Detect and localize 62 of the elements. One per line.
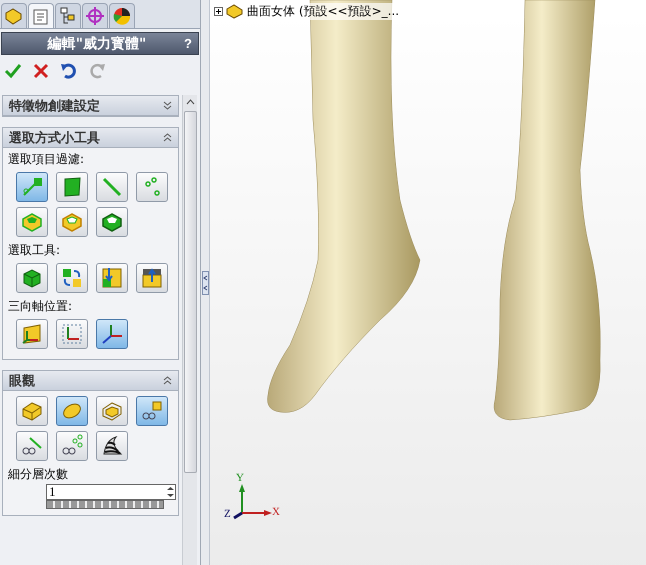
- toggle-button[interactable]: [16, 263, 48, 293]
- toggle-button[interactable]: [16, 172, 48, 202]
- slider-track[interactable]: [46, 500, 164, 509]
- toggle-button[interactable]: [96, 207, 128, 237]
- toggle-button[interactable]: [16, 207, 48, 237]
- section-title: 特徵物創建設定: [9, 98, 100, 114]
- panel-title: 編輯"威力寳體": [46, 34, 148, 52]
- double-chevron-up-icon: [163, 133, 172, 142]
- undo-arrow-icon: [59, 61, 79, 81]
- group-label: 選取工具:: [8, 242, 62, 259]
- part-icon: [225, 2, 245, 20]
- toggle-button[interactable]: [96, 431, 128, 461]
- toggle-button[interactable]: [56, 396, 88, 426]
- toggle-button[interactable]: [96, 396, 128, 426]
- panel-tab[interactable]: [109, 3, 135, 28]
- scrollbar-thumb[interactable]: [184, 111, 196, 473]
- section-header[interactable]: 眼觀: [3, 371, 178, 391]
- color-wheel-icon: [111, 5, 133, 27]
- axis-label: Y: [236, 472, 244, 484]
- toggle-button[interactable]: [96, 263, 128, 293]
- panel-tab[interactable]: [1, 3, 27, 28]
- field-label: 細分層次數: [8, 466, 69, 483]
- toggle-button[interactable]: [16, 396, 48, 426]
- toggle-button[interactable]: [96, 319, 128, 349]
- spin-arrows-icon[interactable]: [166, 485, 175, 499]
- collapse-handle-icon: [202, 270, 208, 294]
- crosshair-icon: [84, 5, 106, 27]
- axis-label: X: [272, 506, 280, 518]
- toggle-button[interactable]: [16, 319, 48, 349]
- toggle-button[interactable]: [56, 172, 88, 202]
- toggle-button[interactable]: [56, 263, 88, 293]
- triad-corner-icon: [60, 322, 84, 346]
- grid-up-arrow-icon: [140, 266, 164, 290]
- toggle-button[interactable]: [96, 172, 128, 202]
- group-label: 三向軸位置:: [8, 298, 74, 315]
- toggle-button[interactable]: [136, 263, 168, 293]
- panel-tab[interactable]: [28, 3, 54, 28]
- cross-icon: [31, 61, 51, 81]
- section-header[interactable]: 選取方式小工具: [3, 128, 178, 148]
- toggle-button[interactable]: [56, 319, 88, 349]
- double-chevron-up-icon: [163, 376, 172, 385]
- up-caret-icon: [186, 99, 194, 105]
- double-chevron-down-icon: [163, 101, 172, 110]
- panel-tab[interactable]: [55, 3, 81, 28]
- swap-grid-icon: [60, 266, 84, 290]
- toggle-button[interactable]: [56, 431, 88, 461]
- toggle-button[interactable]: [16, 431, 48, 461]
- section-title: 選取方式小工具: [9, 130, 100, 146]
- toggle-button[interactable]: [136, 396, 168, 426]
- spin-field[interactable]: 1: [46, 484, 176, 500]
- tree-item[interactable]: 曲面女体 (預設<<預設>_...: [247, 2, 400, 20]
- axis-label: Z: [224, 508, 231, 520]
- checkmark-icon: [3, 61, 23, 81]
- section-title: 眼觀: [9, 372, 35, 390]
- help-button[interactable]: ?: [184, 36, 192, 51]
- toggle-button[interactable]: [56, 207, 88, 237]
- vertical-scrollbar[interactable]: [182, 95, 197, 565]
- group-label: 選取項目過濾:: [8, 151, 86, 168]
- section-header[interactable]: 特徵物創建設定: [3, 96, 178, 116]
- triad-center-icon: [100, 322, 124, 346]
- toggle-button[interactable]: [136, 172, 168, 202]
- line-filter-icon: [100, 175, 124, 199]
